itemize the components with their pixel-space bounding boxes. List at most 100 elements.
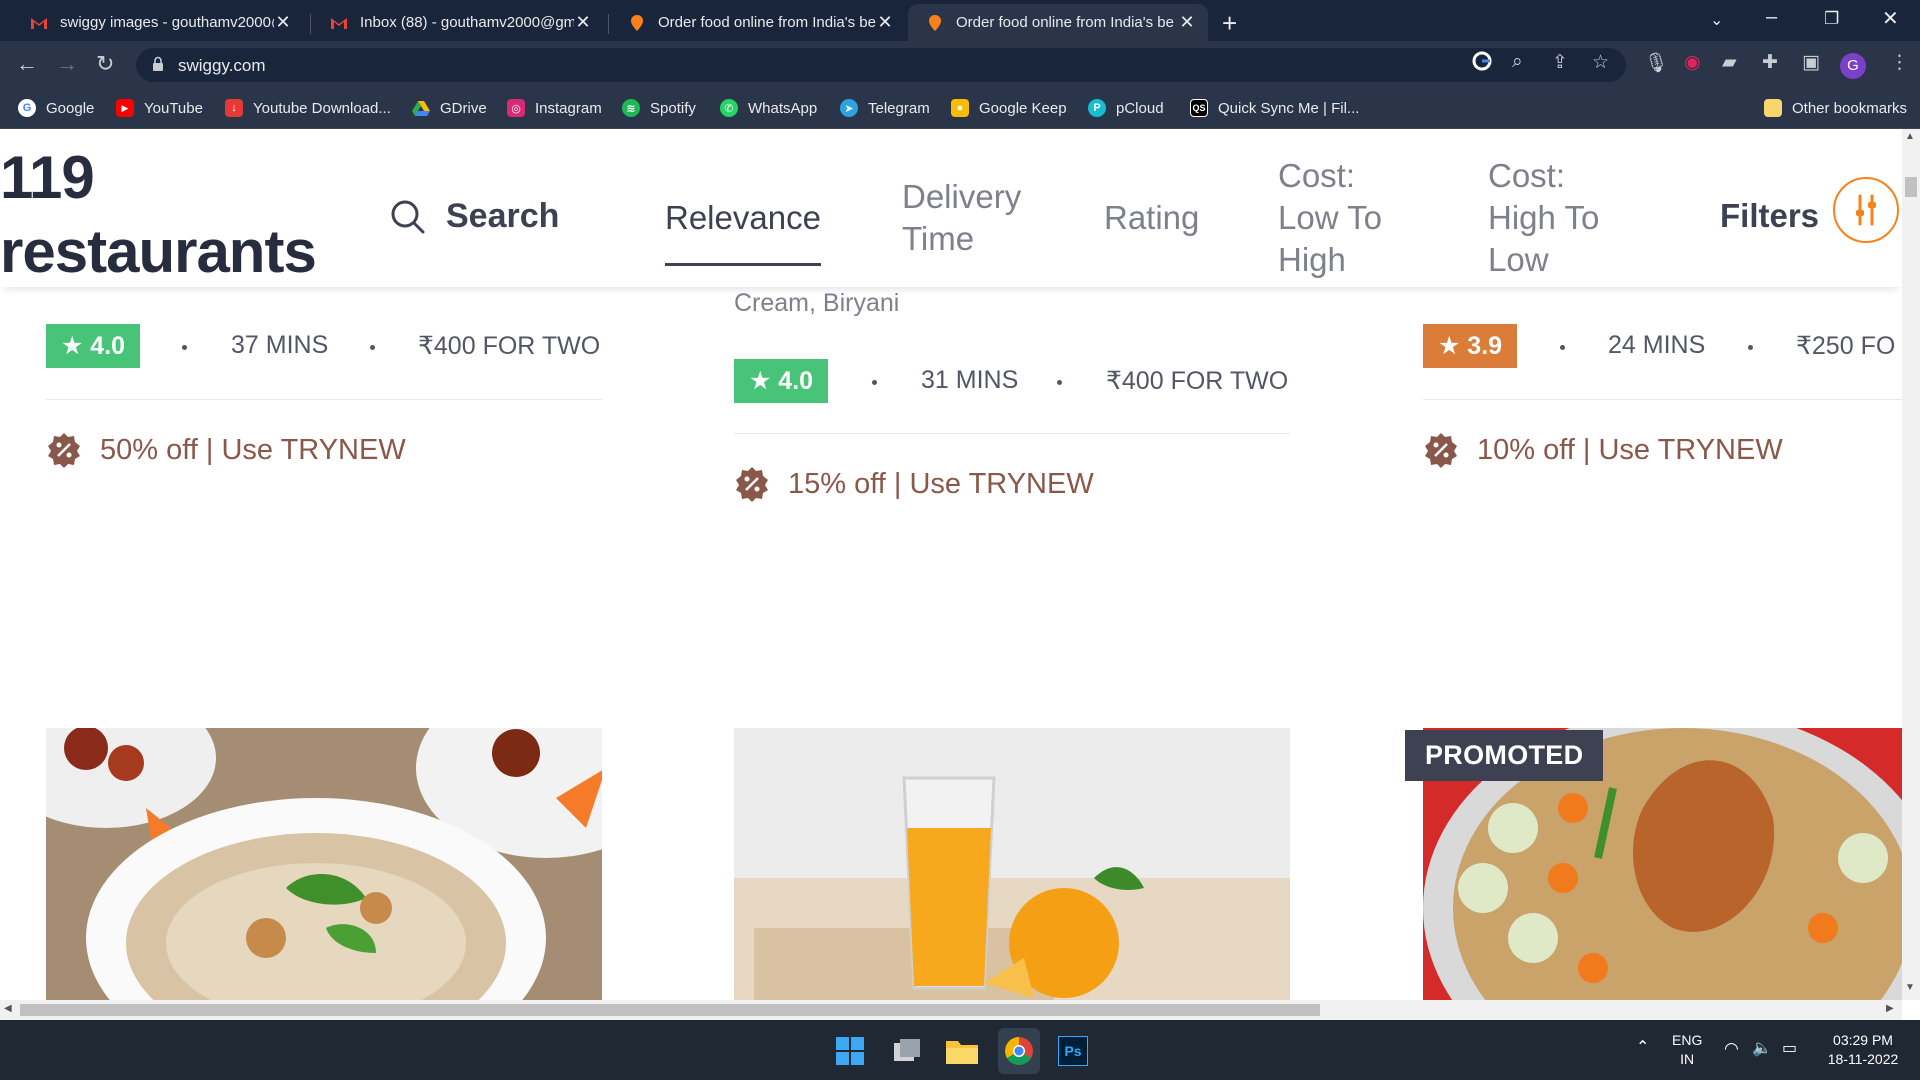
sort-high-label-3: Low (1488, 241, 1549, 278)
offer-text: 50% off | Use TRYNEW (100, 433, 406, 466)
address-bar[interactable]: swiggy.com (136, 48, 1626, 82)
share-icon[interactable]: ⇪ (1552, 51, 1568, 74)
wifi-icon[interactable]: ◠ (1724, 1039, 1739, 1058)
horizontal-scroll-thumb[interactable] (20, 1004, 1320, 1016)
browser-toolbar: ← → ↻ swiggy.com ⌕ ⇪ ☆ 🎙 ◉ ▰ ✚ ▣ G ⋮ (0, 41, 1920, 89)
task-view-icon[interactable] (892, 1037, 922, 1070)
close-tab-icon[interactable]: ✕ (1178, 12, 1196, 33)
scroll-up-arrow[interactable]: ▲ (1905, 131, 1915, 142)
photoshop-icon[interactable]: Ps (1058, 1036, 1088, 1066)
tab-title: swiggy images - gouthamv2000@ (60, 14, 274, 31)
tab-swiggy-images[interactable]: swiggy images - gouthamv2000@ ✕ (12, 4, 304, 41)
microphone-icon[interactable]: 🎙 (1644, 51, 1668, 75)
pcloud-icon: P (1088, 99, 1106, 117)
new-tab-button[interactable]: + (1222, 8, 1237, 39)
bookmark-spotify[interactable]: ≋ Spotify (622, 99, 696, 117)
file-explorer-icon[interactable] (946, 1038, 978, 1069)
bookmark-whatsapp[interactable]: ✆ WhatsApp (720, 99, 817, 117)
other-bookmarks[interactable]: Other bookmarks (1764, 99, 1907, 117)
delivery-time: 24 MINS (1608, 331, 1706, 359)
restaurant-image-juice[interactable] (734, 728, 1290, 1000)
bookmark-gdrive[interactable]: GDrive (412, 99, 487, 117)
restore-button[interactable]: ❐ (1824, 9, 1839, 29)
scroll-left-arrow[interactable]: ◀ (4, 1003, 12, 1014)
minimize-button[interactable]: – (1766, 6, 1777, 29)
close-tab-icon[interactable]: ✕ (574, 12, 592, 33)
search-button[interactable]: Search (390, 197, 559, 236)
bookmark-quick-sync[interactable]: QS Quick Sync Me | Fil... (1190, 99, 1359, 117)
tab-title: Order food online from India's be (658, 14, 876, 31)
swiggy-icon (926, 14, 944, 32)
clock[interactable]: 03:29 PM 18-11-2022 (1824, 1031, 1902, 1069)
menu-kebab-icon[interactable]: ⋮ (1890, 51, 1909, 74)
side-panel-icon[interactable]: ▣ (1802, 51, 1820, 74)
bookmark-telegram[interactable]: ➤ Telegram (840, 99, 930, 117)
language-indicator[interactable]: ENG IN (1672, 1031, 1702, 1069)
page-viewport: 119 restaurants Search Relevance Deliver… (0, 129, 1902, 1000)
offer-line: 15% off | Use TRYNEW (734, 466, 1094, 502)
sort-cost-low-to-high[interactable]: Cost: Low To High (1278, 155, 1382, 281)
forward-button[interactable]: → (56, 51, 78, 77)
zoom-icon[interactable]: ⌕ (1512, 51, 1523, 73)
record-extension-icon[interactable]: ◉ (1684, 51, 1701, 74)
scroll-down-arrow[interactable]: ▼ (1905, 982, 1915, 993)
separator-dot (182, 345, 187, 350)
tab-inbox[interactable]: Inbox (88) - gouthamv2000@gm ✕ (312, 4, 604, 41)
discount-badge-icon (736, 467, 768, 502)
google-lens-icon[interactable] (1472, 51, 1492, 77)
bookmark-label: Telegram (868, 99, 930, 117)
vertical-scrollbar[interactable]: ▲ ▼ (1902, 129, 1920, 1000)
scroll-right-arrow[interactable]: ▶ (1886, 1003, 1894, 1014)
tab-search-icon[interactable]: ⌄ (1710, 10, 1723, 30)
cost-for-two: ₹400 FOR TWO (418, 332, 601, 360)
bookmark-google[interactable]: G Google (18, 99, 94, 117)
search-icon (391, 200, 425, 233)
rating-badge: ★ 4.0 (46, 324, 140, 368)
sort-cost-high-to-low[interactable]: Cost: High To Low (1488, 155, 1599, 281)
tray-chevron-icon[interactable]: ⌃ (1636, 1038, 1649, 1057)
search-label: Search (446, 197, 560, 235)
profile-avatar[interactable]: G (1840, 53, 1866, 79)
telegram-icon: ➤ (840, 99, 858, 117)
keep-icon: ● (951, 99, 969, 117)
windows-start-icon[interactable] (836, 1037, 864, 1070)
cost-for-two: ₹250 FO (1796, 332, 1896, 360)
bookmark-youtube[interactable]: ▶ YouTube (116, 99, 203, 117)
horizontal-scrollbar[interactable]: ◀ ▶ (0, 1000, 1902, 1020)
lock-icon (153, 56, 163, 71)
volume-icon[interactable]: 🔈 (1752, 1039, 1772, 1058)
sort-delivery-time[interactable]: Delivery Time (902, 176, 1021, 260)
tab-swiggy-order-1[interactable]: Order food online from India's be ✕ (610, 4, 906, 41)
back-button[interactable]: ← (16, 51, 38, 77)
battery-icon[interactable]: ▭ (1782, 1039, 1797, 1058)
extensions-puzzle-icon[interactable]: ✚ (1762, 51, 1778, 74)
filters-toggle[interactable] (1833, 177, 1899, 243)
tab-separator (310, 14, 311, 34)
windows-taskbar: Ps ⌃ ENG IN ◠ 🔈 ▭ 03:29 PM 18-11-2022 (0, 1020, 1920, 1080)
language-code: ENG (1672, 1032, 1703, 1048)
chrome-taskbar-button[interactable] (998, 1028, 1040, 1074)
tab-title: Order food online from India's be (956, 14, 1174, 31)
close-tab-icon[interactable]: ✕ (274, 12, 292, 33)
sort-relevance[interactable]: Relevance (665, 197, 821, 266)
restaurant-image-curry[interactable] (46, 728, 602, 1000)
google-icon: G (18, 99, 36, 117)
sliders-icon (1856, 194, 1876, 226)
close-window-button[interactable]: ✕ (1882, 6, 1899, 31)
qs-icon: QS (1190, 99, 1208, 117)
reload-button[interactable]: ↻ (96, 51, 114, 77)
close-tab-icon[interactable]: ✕ (876, 12, 894, 33)
bookmark-star-icon[interactable]: ☆ (1592, 51, 1609, 74)
extension-icon[interactable]: ▰ (1722, 51, 1737, 74)
vertical-scroll-thumb[interactable] (1905, 177, 1917, 197)
bookmark-pcloud[interactable]: P pCloud (1088, 99, 1164, 117)
offer-line: 50% off | Use TRYNEW (46, 432, 406, 468)
cuisine-list: Cream, Biryani (734, 289, 900, 317)
offer-text: 15% off | Use TRYNEW (788, 467, 1094, 500)
bookmark-google-keep[interactable]: ● Google Keep (951, 99, 1067, 117)
tab-swiggy-order-active[interactable]: Order food online from India's be ✕ (908, 4, 1208, 41)
filters-button[interactable]: Filters (1720, 197, 1819, 235)
bookmark-instagram[interactable]: ◎ Instagram (507, 99, 602, 117)
sort-rating[interactable]: Rating (1104, 197, 1199, 239)
bookmark-youtube-download[interactable]: ↓ Youtube Download... (225, 99, 391, 117)
